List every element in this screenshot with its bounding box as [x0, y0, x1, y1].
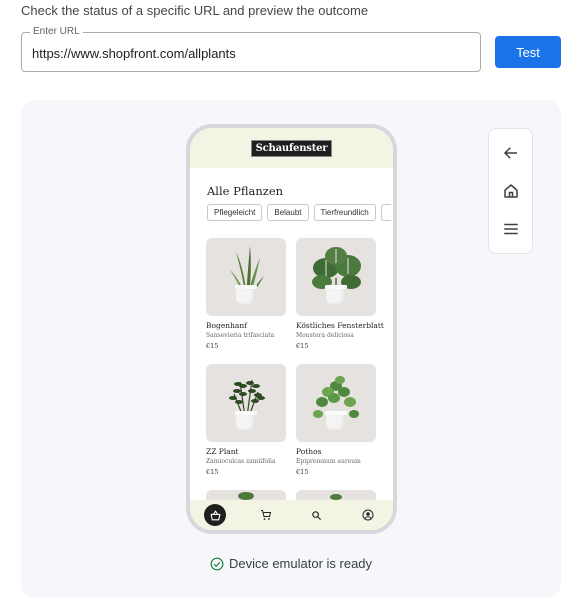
back-button[interactable] [499, 141, 523, 165]
product-card[interactable]: Bogenhanf Sansevieria trifasciata €15 [206, 238, 286, 350]
product-price: €15 [296, 342, 309, 350]
product-image [206, 364, 286, 442]
filter-chip[interactable]: Tierfreundlich [313, 204, 376, 221]
status-row: Device emulator is ready [21, 556, 561, 571]
snake-plant-icon [230, 246, 264, 298]
home-icon [504, 184, 518, 198]
preview-stage: Schaufenster Alle Pflanzen Pflegeleicht … [21, 100, 561, 598]
zz-plant-icon [229, 379, 265, 425]
home-button[interactable] [499, 179, 523, 203]
back-arrow-icon [503, 147, 517, 159]
product-latin-name: Epipremnum aureum [296, 458, 361, 465]
site-logo[interactable]: Schaufenster [250, 139, 333, 157]
product-name: Köstliches Fensterblatt [296, 321, 384, 330]
product-card[interactable]: Köstliches Fensterblatt Monstera delicio… [296, 238, 384, 350]
pot-icon [325, 411, 347, 430]
product-price: €15 [206, 468, 219, 476]
nav-account[interactable] [357, 504, 379, 526]
product-name: Pothos [296, 447, 322, 456]
product-price: €15 [296, 468, 309, 476]
pot-icon [325, 285, 347, 304]
pothos-icon [313, 376, 359, 418]
nav-shop[interactable] [204, 504, 227, 526]
url-input[interactable] [32, 43, 472, 63]
product-latin-name: Sansevieria trifasciata [206, 332, 275, 339]
pot-icon [235, 285, 257, 304]
filter-chip[interactable]: Pflegeleicht [207, 204, 263, 221]
menu-icon [504, 223, 518, 235]
pot-icon [235, 411, 257, 430]
test-button[interactable]: Test [495, 36, 561, 68]
product-image [296, 238, 376, 316]
bottom-nav [190, 500, 393, 530]
product-latin-name: Monstera deliciosa [296, 332, 354, 339]
product-name: ZZ Plant [206, 447, 239, 456]
nav-cart[interactable] [255, 504, 277, 526]
nav-search[interactable] [306, 504, 328, 526]
instruction-text: Check the status of a specific URL and p… [21, 3, 369, 18]
product-card[interactable]: Pothos Epipremnum aureum €15 [296, 364, 376, 476]
product-image [296, 364, 376, 442]
site-header: Schaufenster [190, 128, 393, 168]
device-emulator: Schaufenster Alle Pflanzen Pflegeleicht … [186, 124, 397, 534]
url-field[interactable]: Enter URL [21, 25, 481, 72]
account-icon [362, 509, 374, 521]
product-price: €15 [206, 342, 219, 350]
filter-chip[interactable]: Belaubt [267, 204, 309, 221]
product-latin-name: Zamioculcas zamiifolia [206, 458, 276, 465]
emulator-controls [488, 128, 533, 254]
url-label: Enter URL [30, 25, 83, 39]
basket-icon [210, 509, 221, 520]
monstera-icon [312, 247, 361, 300]
product-image [206, 238, 286, 316]
search-icon [312, 510, 322, 520]
page-title: Alle Pflanzen [207, 184, 284, 198]
filter-chips: Pflegeleicht Belaubt Tierfreundlich [207, 204, 391, 221]
product-card[interactable]: ZZ Plant Zamioculcas zamiifolia €15 [206, 364, 286, 476]
product-name: Bogenhanf [206, 321, 248, 330]
menu-button[interactable] [499, 217, 523, 241]
cart-icon [261, 510, 272, 520]
status-text: Device emulator is ready [228, 556, 373, 571]
filter-chip-overflow[interactable] [380, 204, 391, 221]
check-circle-icon [210, 557, 224, 571]
